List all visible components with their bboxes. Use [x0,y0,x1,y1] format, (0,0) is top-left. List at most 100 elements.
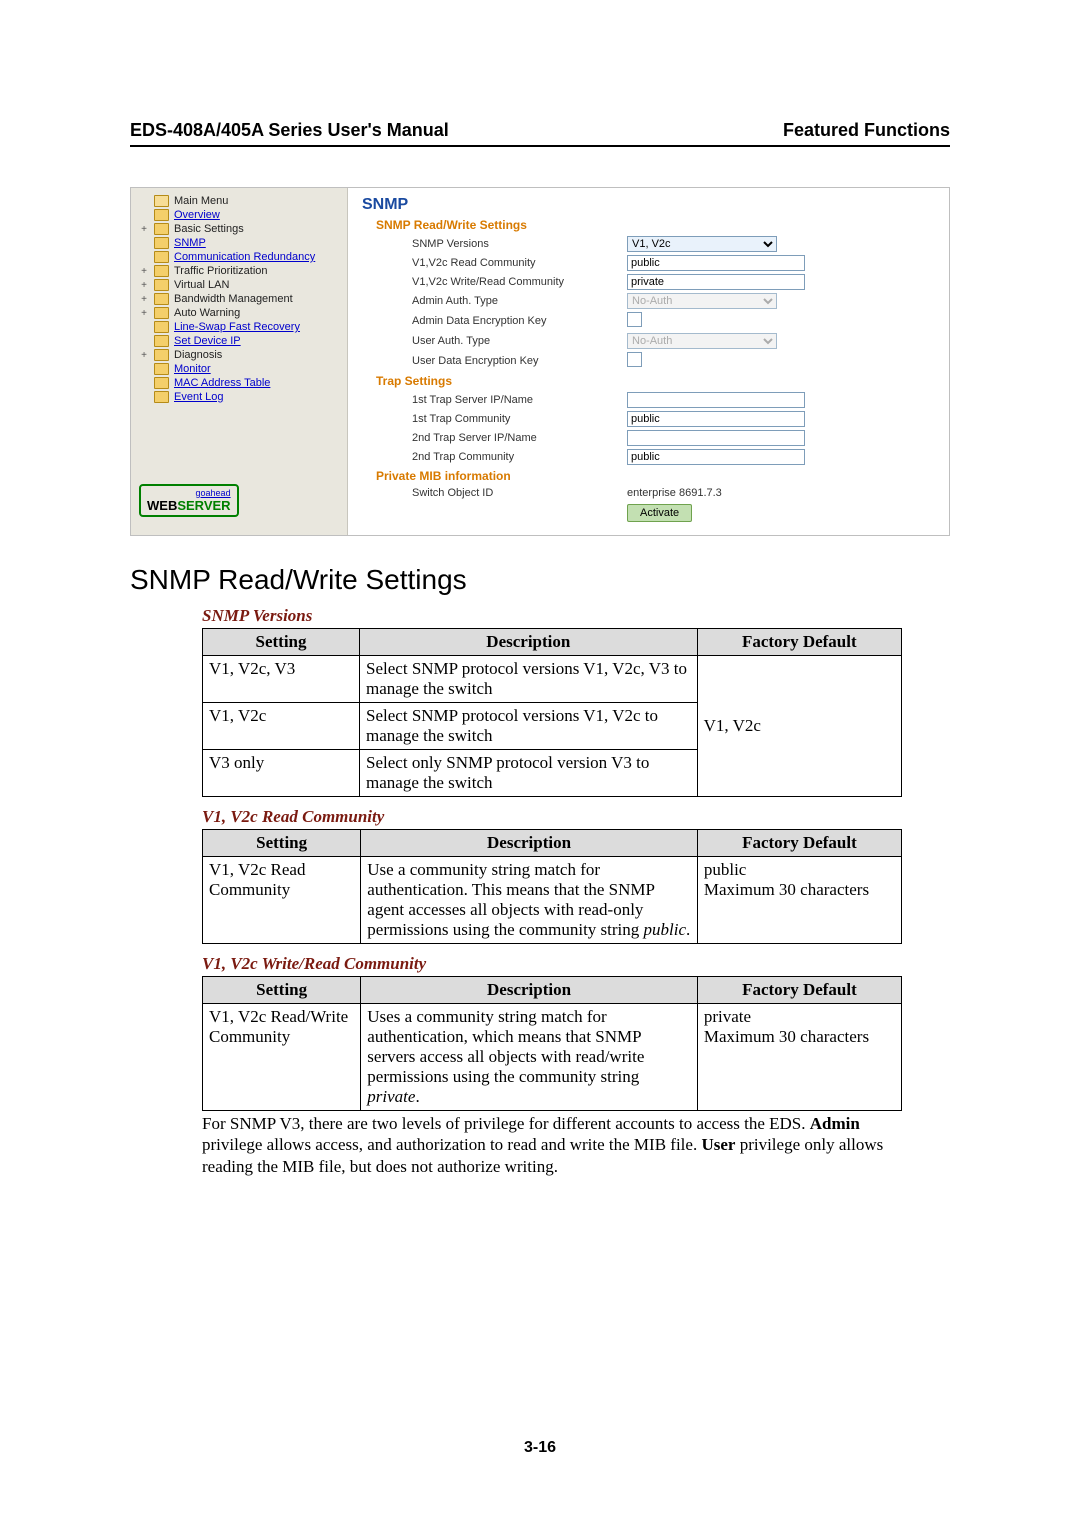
snmp-v3-paragraph: For SNMP V3, there are two levels of pri… [202,1113,902,1177]
nav-label[interactable]: Set Device IP [174,335,241,347]
activate-button[interactable]: Activate [627,504,692,522]
folder-icon [154,251,169,263]
page-number: 3-16 [0,1439,1080,1457]
folder-icon [154,223,169,235]
expand-icon[interactable]: + [139,308,149,319]
section-title: Featured Functions [783,120,950,141]
th-default: Factory Default [697,629,901,656]
snmp-trap-label: 1st Trap Server IP/Name [412,394,627,406]
expand-icon[interactable]: + [139,266,149,277]
table-row: V1, V2c Read Community Use a community s… [203,857,902,944]
nav-item[interactable]: + Virtual LAN [139,278,339,292]
snmp-screenshot: Main Menu Overview + Basic Settings SNMP Com… [130,187,950,536]
snmp-trap-label: 2nd Trap Server IP/Name [412,432,627,444]
nav-item[interactable]: + Auto Warning [139,306,339,320]
snmp-rw-label: Admin Data Encryption Key [412,315,627,327]
nav-item[interactable]: Communication Redundancy [139,250,339,264]
snmp-trap-input[interactable] [627,430,805,446]
folder-icon [154,307,169,319]
section-readwrite: SNMP Read/Write Settings [376,218,939,232]
nav-item[interactable]: Event Log [139,390,339,404]
th-description: Description [360,629,698,656]
subsection-read-community: V1, V2c Read Community [202,807,950,827]
snmp-rw-label: Admin Auth. Type [412,295,627,307]
webserver-badge: goahead WEBSERVER [139,484,239,517]
snmp-trap-input[interactable] [627,449,805,465]
snmp-rw-label: V1,V2c Write/Read Community [412,276,627,288]
folder-icon [154,377,169,389]
nav-item[interactable]: + Basic Settings [139,222,339,236]
snmp-trap-input[interactable] [627,392,805,408]
section-trap: Trap Settings [376,374,939,388]
section-mib: Private MIB information [376,469,939,483]
snmp-rw-label: SNMP Versions [412,238,627,250]
nav-label: Virtual LAN [174,279,229,291]
snmp-trap-label: 1st Trap Community [412,413,627,425]
panel-title: SNMP [362,196,939,214]
manual-title: EDS-408A/405A Series User's Manual [130,120,449,141]
folder-icon [154,335,169,347]
folder-icon [154,209,169,221]
folder-icon [154,279,169,291]
mib-value: enterprise 8691.7.3 [627,487,802,499]
nav-item[interactable]: Line-Swap Fast Recovery [139,320,339,334]
nav-label: Basic Settings [174,223,244,235]
snmp-rw-checkbox[interactable] [627,312,642,327]
folder-icon [154,349,169,361]
nav-label: Auto Warning [174,307,240,319]
nav-label[interactable]: Monitor [174,363,211,375]
snmp-rw-select[interactable]: V1, V2c [627,236,777,252]
nav-label[interactable]: Communication Redundancy [174,251,315,263]
table-snmp-versions: Setting Description Factory Default V1, … [202,628,902,797]
expand-icon[interactable]: + [139,224,149,235]
folder-icon [154,293,169,305]
nav-label[interactable]: MAC Address Table [174,377,270,389]
nav-label[interactable]: Overview [174,209,220,221]
nav-label[interactable]: Line-Swap Fast Recovery [174,321,300,333]
nav-tree: Main Menu Overview + Basic Settings SNMP Com… [131,188,348,535]
snmp-rw-input[interactable] [627,274,805,290]
nav-label: Diagnosis [174,349,222,361]
heading-snmp-rw: SNMP Read/Write Settings [130,564,950,596]
nav-item[interactable]: + Traffic Prioritization [139,264,339,278]
page-header: EDS-408A/405A Series User's Manual Featu… [130,120,950,147]
factory-default: V1, V2c [697,656,901,797]
folder-icon [154,321,169,333]
folder-icon [154,237,169,249]
nav-root: Main Menu [139,194,339,208]
nav-item[interactable]: + Diagnosis [139,348,339,362]
nav-label: Bandwidth Management [174,293,293,305]
nav-label[interactable]: SNMP [174,237,206,249]
folder-icon [154,391,169,403]
th-setting: Setting [203,629,360,656]
nav-label[interactable]: Event Log [174,391,224,403]
expand-icon[interactable]: + [139,350,149,361]
snmp-rw-checkbox[interactable] [627,352,642,367]
subsection-write-community: V1, V2c Write/Read Community [202,954,950,974]
snmp-rw-label: User Data Encryption Key [412,355,627,367]
nav-label: Traffic Prioritization [174,265,268,277]
snmp-rw-label: V1,V2c Read Community [412,257,627,269]
table-write-community: Setting Description Factory Default V1, … [202,976,902,1111]
table-row: V1, V2c Read/Write Community Uses a comm… [203,1004,902,1111]
nav-item[interactable]: Set Device IP [139,334,339,348]
nav-item[interactable]: + Bandwidth Management [139,292,339,306]
folder-icon [154,195,169,207]
snmp-rw-input[interactable] [627,255,805,271]
expand-icon[interactable]: + [139,280,149,291]
folder-icon [154,363,169,375]
snmp-trap-input[interactable] [627,411,805,427]
subsection-snmp-versions: SNMP Versions [202,606,950,626]
snmp-rw-select: No-Auth [627,333,777,349]
snmp-rw-label: User Auth. Type [412,335,627,347]
snmp-trap-label: 2nd Trap Community [412,451,627,463]
nav-item[interactable]: MAC Address Table [139,376,339,390]
nav-item[interactable]: Overview [139,208,339,222]
nav-item[interactable]: SNMP [139,236,339,250]
expand-icon[interactable]: + [139,294,149,305]
table-read-community: Setting Description Factory Default V1, … [202,829,902,944]
table-row: V1, V2c, V3 Select SNMP protocol version… [203,656,902,703]
snmp-rw-select: No-Auth [627,293,777,309]
folder-icon [154,265,169,277]
nav-item[interactable]: Monitor [139,362,339,376]
